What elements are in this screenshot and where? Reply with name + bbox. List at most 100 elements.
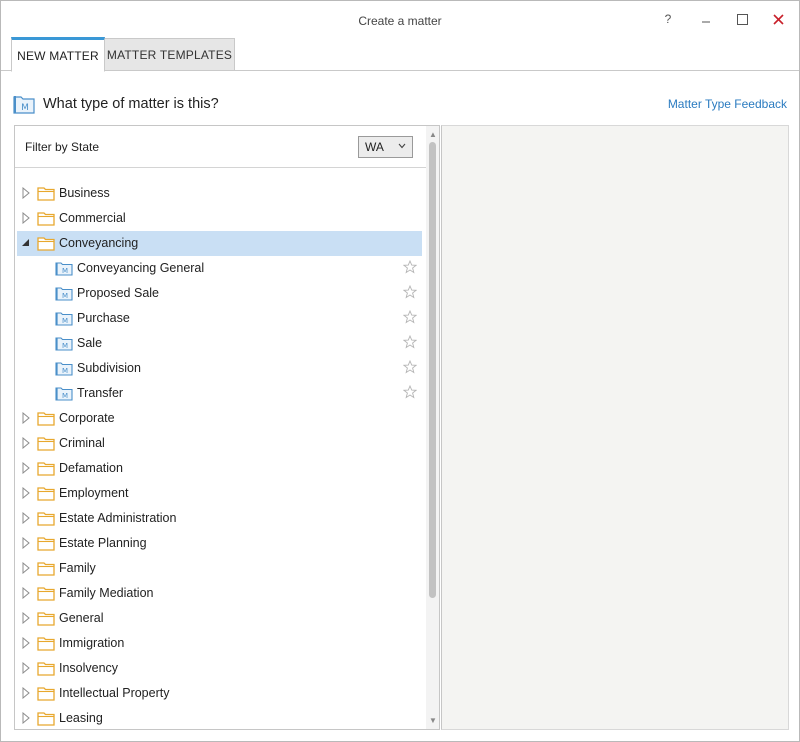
folder-icon bbox=[37, 636, 55, 651]
star-outline-icon[interactable] bbox=[402, 259, 418, 274]
tab-strip: NEW MATTER MATTER TEMPLATES bbox=[1, 37, 799, 72]
triangle-right-icon[interactable] bbox=[21, 511, 31, 525]
tab-matter-templates[interactable]: MATTER TEMPLATES bbox=[105, 38, 235, 71]
tree-item-label: Subdivision bbox=[77, 361, 141, 375]
scrollbar-thumb[interactable] bbox=[429, 142, 436, 598]
tree-item-sale[interactable]: M Sale bbox=[15, 331, 426, 356]
tree-folder-label: Immigration bbox=[59, 636, 125, 650]
details-panel bbox=[441, 125, 789, 730]
tree-folder-label: Defamation bbox=[59, 461, 123, 475]
tree-folder-label: Estate Administration bbox=[59, 511, 177, 525]
minimize-button[interactable] bbox=[689, 7, 723, 31]
close-button[interactable] bbox=[761, 7, 795, 31]
tree-folder-estate-planning[interactable]: Estate Planning bbox=[15, 531, 426, 556]
tree-folder-immigration[interactable]: Immigration bbox=[15, 631, 426, 656]
state-select[interactable]: WA bbox=[358, 136, 413, 158]
tree-folder-conveyancing[interactable]: Conveyancing bbox=[17, 231, 422, 256]
tree-folder-defamation[interactable]: Defamation bbox=[15, 456, 426, 481]
svg-text:M: M bbox=[62, 317, 68, 325]
tree-item-transfer[interactable]: M Transfer bbox=[15, 381, 426, 406]
svg-text:M: M bbox=[62, 342, 68, 350]
close-icon bbox=[772, 13, 784, 25]
star-outline-icon[interactable] bbox=[402, 334, 418, 349]
folder-icon bbox=[37, 561, 55, 576]
maximize-icon bbox=[736, 13, 748, 25]
tree-item-subdivision[interactable]: M Subdivision bbox=[15, 356, 426, 381]
tree-folder-family-mediation[interactable]: Family Mediation bbox=[15, 581, 426, 606]
triangle-right-icon[interactable] bbox=[21, 661, 31, 675]
scroll-down-icon[interactable]: ▼ bbox=[429, 716, 437, 725]
tree-item-label: Sale bbox=[77, 336, 103, 350]
triangle-right-icon[interactable] bbox=[21, 486, 31, 500]
svg-text:M: M bbox=[62, 392, 68, 400]
tree-item-proposed-sale[interactable]: M Proposed Sale bbox=[15, 281, 426, 306]
tree-folder-insolvency[interactable]: Insolvency bbox=[15, 656, 426, 681]
folder-icon bbox=[37, 536, 55, 551]
scroll-up-icon[interactable]: ▲ bbox=[429, 130, 437, 139]
maximize-button[interactable] bbox=[725, 7, 759, 31]
matter-type-icon: M bbox=[55, 336, 73, 354]
folder-icon bbox=[37, 411, 55, 426]
triangle-right-icon[interactable] bbox=[21, 611, 31, 625]
chevron-down-icon bbox=[398, 141, 406, 151]
star-outline-icon[interactable] bbox=[402, 309, 418, 324]
svg-text:M: M bbox=[62, 267, 68, 275]
vertical-scrollbar[interactable]: ▲ ▼ bbox=[426, 126, 439, 729]
tree-folder-family[interactable]: Family bbox=[15, 556, 426, 581]
star-outline-icon[interactable] bbox=[402, 384, 418, 399]
triangle-right-icon[interactable] bbox=[21, 436, 31, 450]
matter-type-icon: M bbox=[55, 311, 73, 329]
triangle-right-icon[interactable] bbox=[21, 536, 31, 550]
page-heading: M What type of matter is this? bbox=[13, 91, 219, 117]
tree-folder-label: Commercial bbox=[59, 211, 126, 225]
matter-type-icon: M bbox=[55, 261, 73, 279]
triangle-down-icon[interactable] bbox=[21, 237, 31, 249]
tree-folder-label: General bbox=[59, 611, 104, 625]
matter-type-icon: M bbox=[55, 386, 73, 404]
tree-item-label: Purchase bbox=[77, 311, 130, 325]
matter-type-icon: M bbox=[55, 361, 73, 379]
folder-icon bbox=[37, 511, 55, 526]
create-matter-window: Create a matter ? NEW MATTER MATTER TEMP… bbox=[0, 0, 800, 742]
tree-folder-business[interactable]: Business bbox=[15, 181, 426, 206]
tab-new-matter[interactable]: NEW MATTER bbox=[11, 37, 105, 72]
tree-folder-intellectual-property[interactable]: Intellectual Property bbox=[15, 681, 426, 706]
tree-item-purchase[interactable]: M Purchase bbox=[15, 306, 426, 331]
tree-folder-label: Conveyancing bbox=[59, 236, 139, 250]
star-outline-icon[interactable] bbox=[402, 284, 418, 299]
matter-type-icon: M bbox=[55, 286, 73, 304]
help-button[interactable]: ? bbox=[651, 7, 685, 31]
tree-folder-commercial[interactable]: Commercial bbox=[15, 206, 426, 231]
folder-icon bbox=[37, 686, 55, 701]
triangle-right-icon[interactable] bbox=[21, 636, 31, 650]
tree-item-label: Proposed Sale bbox=[77, 286, 160, 300]
triangle-right-icon[interactable] bbox=[21, 561, 31, 575]
triangle-right-icon[interactable] bbox=[21, 211, 31, 225]
tree-folder-estate-administration[interactable]: Estate Administration bbox=[15, 506, 426, 531]
tree-folder-label: Leasing bbox=[59, 711, 103, 725]
svg-text:M: M bbox=[21, 103, 29, 113]
folder-icon bbox=[37, 236, 55, 251]
tree-folder-leasing[interactable]: Leasing bbox=[15, 706, 426, 729]
triangle-right-icon[interactable] bbox=[21, 461, 31, 475]
tree-folder-label: Employment bbox=[59, 486, 129, 500]
tree-folder-label: Estate Planning bbox=[59, 536, 147, 550]
triangle-right-icon[interactable] bbox=[21, 411, 31, 425]
tree-folder-label: Business bbox=[59, 186, 110, 200]
folder-icon bbox=[37, 211, 55, 226]
svg-text:M: M bbox=[62, 367, 68, 375]
tree-folder-employment[interactable]: Employment bbox=[15, 481, 426, 506]
triangle-right-icon[interactable] bbox=[21, 686, 31, 700]
title-bar: Create a matter ? bbox=[1, 1, 799, 37]
filter-label: Filter by State bbox=[25, 140, 100, 154]
triangle-right-icon[interactable] bbox=[21, 586, 31, 600]
tree-folder-corporate[interactable]: Corporate bbox=[15, 406, 426, 431]
triangle-right-icon[interactable] bbox=[21, 186, 31, 200]
tree-folder-general[interactable]: General bbox=[15, 606, 426, 631]
matter-type-feedback-link[interactable]: Matter Type Feedback bbox=[668, 97, 787, 111]
matter-type-tree: Business Commercial Conveyancing M Conveyanc… bbox=[15, 181, 426, 729]
tree-item-conveyancing-general[interactable]: M Conveyancing General bbox=[15, 256, 426, 281]
tree-folder-criminal[interactable]: Criminal bbox=[15, 431, 426, 456]
star-outline-icon[interactable] bbox=[402, 359, 418, 374]
triangle-right-icon[interactable] bbox=[21, 711, 31, 725]
